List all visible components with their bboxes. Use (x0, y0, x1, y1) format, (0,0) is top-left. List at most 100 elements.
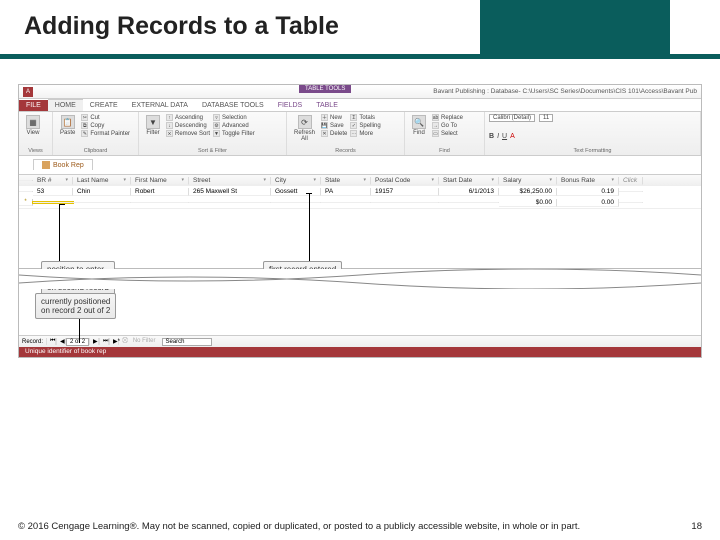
view-button[interactable]: ▦View (23, 114, 43, 137)
tab-fields[interactable]: FIELDS (271, 100, 310, 111)
table-icon (42, 161, 50, 169)
cell-city[interactable]: Gossett (271, 188, 321, 196)
select-button[interactable]: ▭Select (432, 130, 463, 137)
group-text-formatting: Text Formatting (489, 148, 696, 154)
accent-bar (0, 54, 720, 59)
more-button[interactable]: ⋯More (350, 130, 380, 137)
nav-new-button[interactable]: ▶* (109, 338, 119, 345)
toggle-filter-button[interactable]: ▼Toggle Filter (213, 130, 255, 137)
advanced-icon: ⚙ (213, 122, 220, 129)
cell-bonus-new[interactable]: 0.00 (557, 199, 619, 207)
format-painter-button[interactable]: ✎Format Painter (81, 130, 130, 137)
table-row-new[interactable]: * $0.00 0.00 (19, 197, 701, 208)
cell-br[interactable]: 53 (33, 188, 73, 196)
col-click-to-add[interactable]: Click (619, 177, 643, 185)
find-button[interactable]: 🔍Find (409, 114, 429, 137)
ascending-button[interactable]: ↑Ascending (166, 114, 210, 121)
font-name-select[interactable]: Calibri (Detail) (489, 114, 535, 122)
access-logo-icon: A (23, 87, 33, 97)
goto-button[interactable]: →Go To (432, 122, 463, 129)
col-lastname[interactable]: Last Name▾ (73, 177, 131, 185)
underline-button[interactable]: U (502, 133, 507, 140)
font-size-select[interactable]: 11 (539, 114, 553, 122)
save-button[interactable]: 💾Save (321, 122, 347, 129)
brush-icon: ✎ (81, 130, 88, 137)
save-icon: 💾 (321, 122, 328, 129)
refresh-icon: ⟳ (298, 115, 312, 129)
delete-button[interactable]: ✕Delete (321, 130, 347, 137)
contextual-tab-label: TABLE TOOLS (299, 85, 351, 93)
col-br[interactable]: BR #▾ (33, 177, 73, 185)
cell-street[interactable]: 265 Maxwell St (189, 188, 271, 196)
cell-br-new[interactable] (33, 202, 73, 203)
descending-button[interactable]: ↓Descending (166, 122, 210, 129)
cell-bonus[interactable]: 0.19 (557, 188, 619, 196)
cell-salary-new[interactable]: $0.00 (499, 199, 557, 207)
tab-create[interactable]: CREATE (83, 100, 125, 111)
cut-icon: ✂ (81, 114, 88, 121)
datasheet: Book Rep BR #▾ Last Name▾ First Name▾ St… (19, 156, 701, 268)
select-icon: ▭ (432, 130, 439, 137)
new-icon: ＋ (321, 114, 328, 121)
col-postal[interactable]: Postal Code▾ (371, 177, 439, 185)
advanced-button[interactable]: ⚙Advanced (213, 122, 255, 129)
remove-sort-button[interactable]: ⨯Remove Sort (166, 130, 210, 137)
accent-box (480, 0, 670, 54)
group-records: Records (291, 148, 400, 154)
cell-lastname[interactable]: Chin (73, 188, 131, 196)
paste-button[interactable]: 📋Paste (57, 114, 78, 137)
table-row[interactable]: 53 Chin Robert 265 Maxwell St Gossett PA… (19, 186, 701, 197)
col-salary[interactable]: Salary▾ (499, 177, 557, 185)
cell-firstname[interactable]: Robert (131, 188, 189, 196)
col-state[interactable]: State▾ (321, 177, 371, 185)
tab-table[interactable]: TABLE (309, 100, 345, 111)
nav-next-button[interactable]: ▶ (89, 338, 99, 345)
refresh-button[interactable]: ⟳Refresh All (291, 114, 318, 143)
goto-icon: → (432, 122, 439, 129)
cell-salary[interactable]: $26,250.00 (499, 188, 557, 196)
record-navigator: Record: ⏮ ◀ 2 of 2 ▶ ⏭ ▶* ⛒ No Filter Se… (19, 335, 701, 347)
cell-postal[interactable]: 19157 (371, 188, 439, 196)
col-street[interactable]: Street▾ (189, 177, 271, 185)
cut-button[interactable]: ✂Cut (81, 114, 130, 121)
sort-asc-icon: ↑ (166, 114, 173, 121)
totals-button[interactable]: ΣTotals (350, 114, 380, 121)
col-startdate[interactable]: Start Date▾ (439, 177, 499, 185)
italic-button[interactable]: I (497, 133, 499, 140)
selection-icon: ▿ (213, 114, 220, 121)
nav-last-button[interactable]: ⏭ (99, 338, 109, 345)
nav-first-button[interactable]: ⏮ (46, 338, 56, 345)
filter-button[interactable]: ▼Filter (143, 114, 163, 137)
filter-icon: ▼ (146, 115, 160, 129)
callout-arrow-tip (59, 204, 65, 205)
cell-startdate[interactable]: 6/1/2013 (439, 188, 499, 196)
tab-external-data[interactable]: EXTERNAL DATA (125, 100, 195, 111)
tab-database-tools[interactable]: DATABASE TOOLS (195, 100, 271, 111)
col-firstname[interactable]: First Name▾ (131, 177, 189, 185)
table-tab[interactable]: Book Rep (33, 159, 93, 170)
bold-button[interactable]: B (489, 133, 494, 140)
spelling-button[interactable]: ✓Spelling (350, 122, 380, 129)
nav-prev-button[interactable]: ◀ (56, 338, 66, 345)
copy-icon: ⧉ (81, 122, 88, 129)
replace-button[interactable]: abReplace (432, 114, 463, 121)
col-bonus[interactable]: Bonus Rate▾ (557, 177, 619, 185)
status-bar: Unique identifier of book rep (19, 347, 701, 357)
selection-button[interactable]: ▿Selection (213, 114, 255, 121)
nav-position[interactable]: 2 of 2 (66, 338, 89, 346)
nav-search-input[interactable]: Search (162, 338, 212, 346)
new-record-icon: * (19, 199, 33, 206)
replace-icon: ab (432, 114, 439, 121)
tab-file[interactable]: FILE (19, 100, 48, 111)
copyright-text: © 2016 Cengage Learning®. May not be sca… (18, 521, 580, 532)
sort-desc-icon: ↓ (166, 122, 173, 129)
col-city[interactable]: City▾ (271, 177, 321, 185)
cell-state[interactable]: PA (321, 188, 371, 196)
tab-home[interactable]: HOME (48, 99, 83, 111)
ribbon: ▦View Views 📋Paste ✂Cut ⧉Copy ✎Format Pa… (19, 112, 701, 156)
new-record-button[interactable]: ＋New (321, 114, 347, 121)
datasheet-icon: ▦ (26, 115, 40, 129)
nav-label: Record: (19, 339, 46, 345)
font-color-button[interactable]: A (510, 133, 515, 140)
copy-button[interactable]: ⧉Copy (81, 122, 130, 129)
